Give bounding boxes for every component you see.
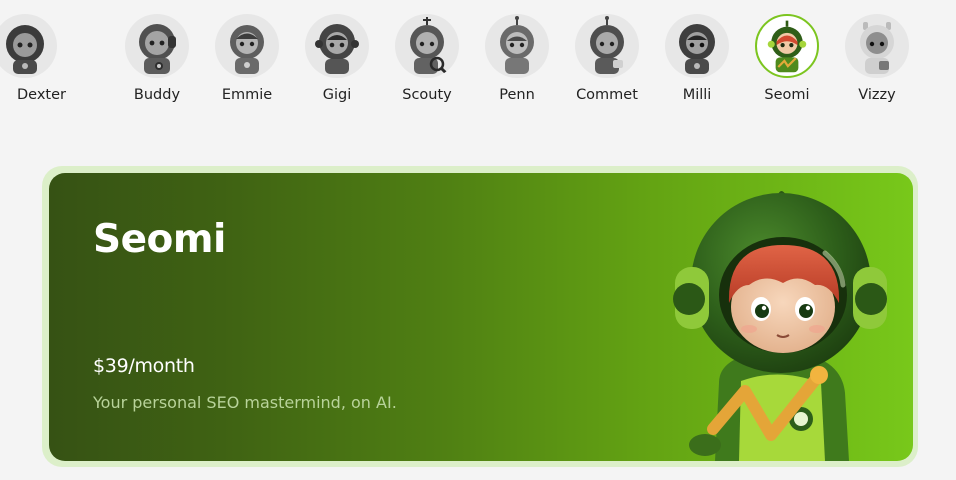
agent-milli[interactable]: Milli bbox=[652, 14, 742, 103]
agent-gigi[interactable]: Gigi bbox=[292, 14, 382, 103]
commet-avatar bbox=[575, 14, 639, 78]
agent-name: Buddy bbox=[133, 87, 181, 103]
agent-card-description: Your personal SEO mastermind, on AI. bbox=[93, 393, 397, 412]
agent-name: Gigi bbox=[322, 87, 352, 103]
agent-card: Seomi $39/month Your personal SEO master… bbox=[49, 173, 913, 461]
agent-name: Milli bbox=[682, 87, 712, 103]
agent-vizzy[interactable]: Vizzy bbox=[832, 14, 922, 103]
vizzy-avatar bbox=[845, 14, 909, 78]
emmie-avatar bbox=[215, 14, 279, 78]
agent-name: Dexter bbox=[17, 87, 66, 103]
agent-name: Emmie bbox=[221, 87, 273, 103]
agent-commet[interactable]: Commet bbox=[562, 14, 652, 103]
robot-avatar-icon bbox=[679, 24, 715, 74]
agent-name: Seomi bbox=[764, 87, 810, 103]
scouty-avatar bbox=[395, 14, 459, 78]
robot-avatar-icon bbox=[6, 25, 44, 74]
agent-card-title: Seomi bbox=[93, 217, 226, 262]
agent-card-price: $39/month bbox=[93, 355, 195, 377]
agent-name: Commet bbox=[576, 87, 638, 103]
milli-avatar bbox=[665, 14, 729, 78]
robot-avatar-icon bbox=[590, 16, 624, 74]
penn-avatar bbox=[485, 14, 549, 78]
robot-avatar-icon bbox=[767, 20, 807, 73]
robot-avatar-icon bbox=[500, 16, 534, 74]
agent-name: Vizzy bbox=[858, 87, 896, 103]
agent-selector: Dexter Buddy Emmie Gigi Scouty Penn Comm… bbox=[0, 0, 956, 120]
agent-penn[interactable]: Penn bbox=[472, 14, 562, 103]
agent-name: Scouty bbox=[402, 87, 452, 103]
agent-buddy[interactable]: Buddy bbox=[112, 14, 202, 103]
agent-emmie[interactable]: Emmie bbox=[202, 14, 292, 103]
agent-name: Penn bbox=[499, 87, 535, 103]
seomi-mascot-icon bbox=[673, 191, 887, 461]
agent-dexter[interactable]: Dexter bbox=[0, 14, 70, 103]
robot-avatar-icon bbox=[315, 24, 359, 74]
seomi-avatar bbox=[755, 14, 819, 78]
agent-seomi[interactable]: Seomi bbox=[742, 14, 832, 103]
dexter-avatar bbox=[0, 14, 57, 78]
robot-avatar-icon bbox=[230, 25, 264, 74]
buddy-avatar bbox=[125, 14, 189, 78]
robot-avatar-icon bbox=[860, 22, 894, 74]
robot-avatar-icon bbox=[139, 24, 176, 74]
robot-avatar-icon bbox=[410, 17, 448, 75]
agent-scouty[interactable]: Scouty bbox=[382, 14, 472, 103]
gigi-avatar bbox=[305, 14, 369, 78]
